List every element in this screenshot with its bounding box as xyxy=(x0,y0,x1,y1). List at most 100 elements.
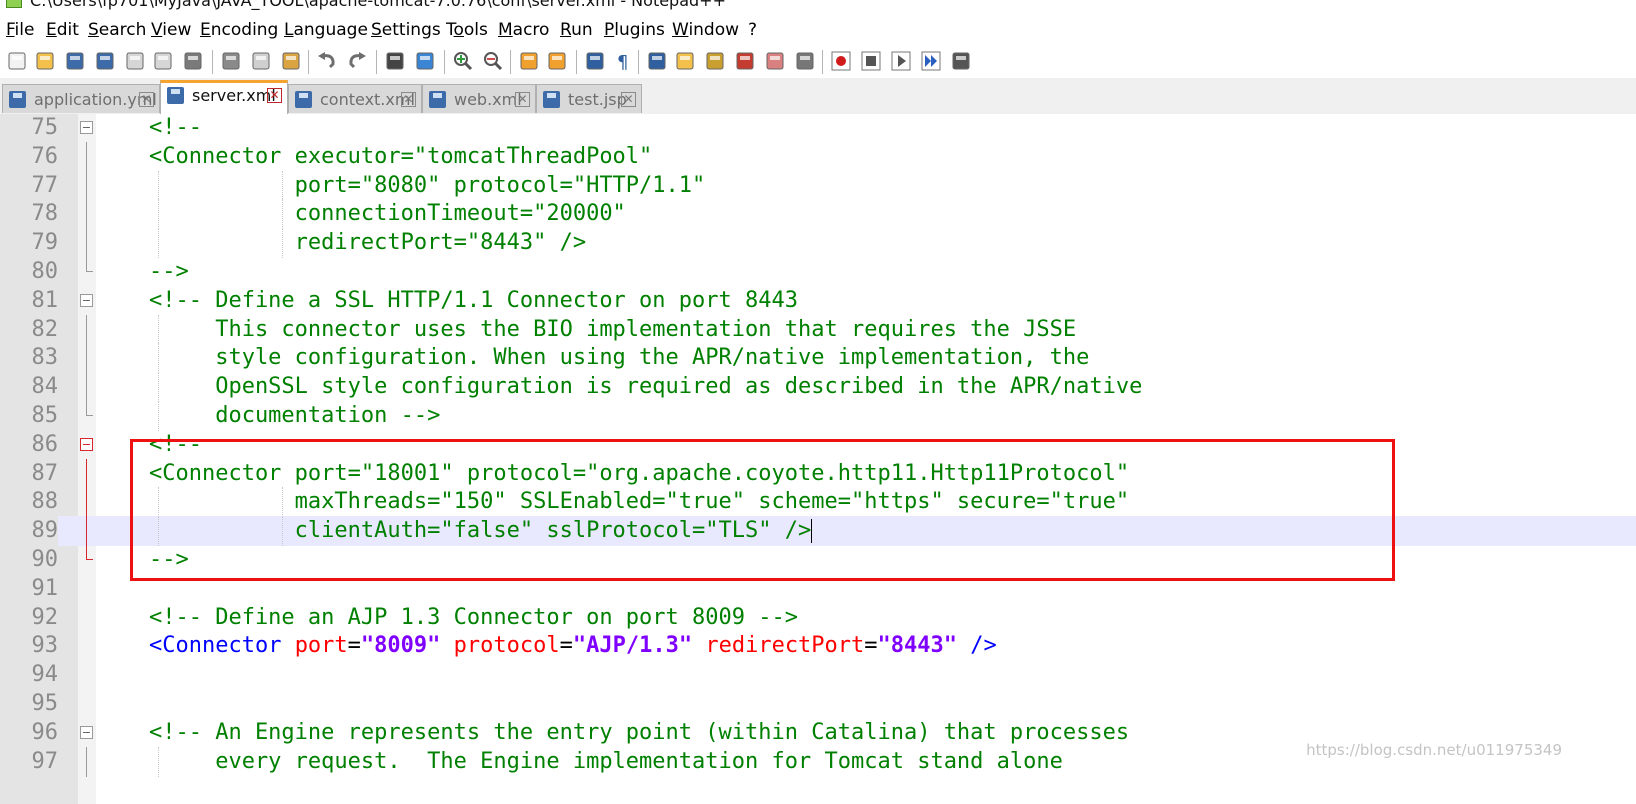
menu-run[interactable]: Run xyxy=(560,20,593,40)
line-number: 96 xyxy=(31,719,59,745)
zoom-out-icon[interactable] xyxy=(482,50,504,72)
sync-horizontal-icon[interactable] xyxy=(546,50,568,72)
paste-icon[interactable] xyxy=(280,50,302,72)
cut-icon[interactable] xyxy=(220,50,242,72)
word-wrap-icon[interactable] xyxy=(584,50,606,72)
line-text: OpenSSL style configuration is required … xyxy=(96,374,1143,400)
copy-icon[interactable] xyxy=(250,50,272,72)
monitoring-icon[interactable] xyxy=(794,50,816,72)
line-number: 79 xyxy=(31,230,59,256)
code-text: <!-- An Engine represents the entry poin… xyxy=(96,718,1129,748)
highlight-annotation-box xyxy=(130,439,1395,581)
close-tab-icon[interactable]: ✕ xyxy=(267,88,282,103)
indent-guide-icon[interactable] xyxy=(646,50,668,72)
run-macro-multiple-icon[interactable] xyxy=(920,50,942,72)
fold-collapse-icon[interactable] xyxy=(80,121,93,134)
fold-line xyxy=(86,343,87,374)
line-number: 90 xyxy=(31,547,59,572)
menu-settings[interactable]: Settings xyxy=(371,20,441,40)
zoom-in-icon[interactable] xyxy=(452,50,474,72)
fold-line xyxy=(86,516,87,547)
menu-edit[interactable]: Edit xyxy=(46,20,79,40)
menu-macro[interactable]: Macro xyxy=(498,20,549,40)
tab-test-jsp[interactable]: test.jsp ✕ xyxy=(536,84,642,113)
line-text: every request. The Engine implementation… xyxy=(96,748,1063,774)
fold-collapse-icon[interactable] xyxy=(80,725,93,739)
save-state-icon xyxy=(167,87,184,104)
replace-icon[interactable] xyxy=(414,50,436,72)
tab-context-xml[interactable]: context.xml ✕ xyxy=(288,84,422,113)
line-text: <!-- An Engine represents the entry poin… xyxy=(96,719,1130,745)
print-icon[interactable] xyxy=(182,50,204,72)
toolbar-separator xyxy=(444,50,445,74)
tab-server-xml[interactable]: server.xml ✕ xyxy=(160,80,288,114)
open-file-icon[interactable] xyxy=(34,50,56,72)
close-tab-icon[interactable]: ✕ xyxy=(621,92,636,107)
toolbar: ¶ xyxy=(0,44,1636,78)
folder-as-workspace-icon[interactable] xyxy=(764,50,786,72)
fold-line xyxy=(86,170,87,201)
redo-icon[interactable] xyxy=(346,50,368,72)
user-language-icon[interactable] xyxy=(674,50,696,72)
save-state-icon xyxy=(543,91,560,108)
title-bar: C:\Users\fp701\MyJava\JAVA_TOOL\apache-t… xyxy=(0,0,1636,10)
menu-help[interactable]: ? xyxy=(748,20,757,40)
find-icon[interactable] xyxy=(384,50,406,72)
new-file-icon[interactable] xyxy=(6,50,28,72)
menu-encoding[interactable]: Encoding xyxy=(200,20,278,40)
close-tab-icon[interactable]: ✕ xyxy=(139,92,154,107)
save-all-icon[interactable] xyxy=(94,50,116,72)
token-attr: port xyxy=(294,633,348,659)
token-sym xyxy=(96,633,149,658)
sync-vertical-icon[interactable] xyxy=(518,50,540,72)
line-text: documentation --> xyxy=(96,403,441,428)
fold-line xyxy=(86,401,87,416)
code-text: --> xyxy=(96,257,189,287)
save-macro-icon[interactable] xyxy=(950,50,972,72)
save-icon[interactable] xyxy=(64,50,86,72)
token-sym xyxy=(440,633,453,658)
close-all-icon[interactable] xyxy=(152,50,174,72)
menu-search[interactable]: Search xyxy=(88,20,146,40)
close-icon[interactable] xyxy=(124,50,146,72)
code-line-85: 85 documentation --> xyxy=(0,401,1636,431)
watermark: https://blog.csdn.net/u011975349 xyxy=(1306,741,1562,759)
line-text: port="8080" protocol="HTTP/1.1" xyxy=(96,172,706,198)
menu-language[interactable]: Language xyxy=(284,20,368,40)
line-text: style configuration. When using the APR/… xyxy=(96,345,1090,371)
function-list-icon[interactable] xyxy=(734,50,756,72)
close-tab-icon[interactable]: ✕ xyxy=(515,92,530,107)
line-number: 95 xyxy=(31,691,59,716)
menu-tools[interactable]: Tools xyxy=(446,20,488,40)
code-line-94: 94 xyxy=(0,660,1636,690)
stop-recording-icon[interactable] xyxy=(860,50,882,72)
show-all-chars-icon[interactable]: ¶ xyxy=(612,50,634,72)
close-tab-icon[interactable]: ✕ xyxy=(401,92,416,107)
menu-window[interactable]: Window xyxy=(672,20,739,40)
document-tab-bar: application.yml ✕ server.xml ✕ context.xml ✕ w… xyxy=(0,78,1636,115)
line-number: 93 xyxy=(31,633,59,659)
code-text: <Connector port="8009" protocol="AJP/1.3… xyxy=(96,631,997,661)
tab-web-xml[interactable]: web.xml ✕ xyxy=(422,84,536,113)
tab-application-yml[interactable]: application.yml ✕ xyxy=(2,84,160,113)
menu-plugins[interactable]: Plugins xyxy=(604,20,665,40)
line-number: 94 xyxy=(31,662,59,688)
toolbar-separator xyxy=(510,50,511,74)
menu-file[interactable]: File xyxy=(6,20,34,40)
token-sym: = xyxy=(864,633,878,659)
fold-collapse-icon[interactable] xyxy=(80,437,93,451)
fold-collapse-icon[interactable] xyxy=(80,293,93,307)
code-text: <!-- xyxy=(96,113,202,143)
playback-macro-icon[interactable] xyxy=(890,50,912,72)
fold-line xyxy=(86,545,87,560)
svg-text:¶: ¶ xyxy=(617,52,628,72)
line-number: 80 xyxy=(31,259,59,284)
undo-icon[interactable] xyxy=(316,50,338,72)
line-text: This connector uses the BIO implementati… xyxy=(96,316,1077,342)
record-macro-icon[interactable] xyxy=(830,50,852,72)
menu-view[interactable]: View xyxy=(151,20,191,40)
line-number: 77 xyxy=(31,172,59,198)
fold-end-marker xyxy=(86,415,93,416)
code-line-92: 92 <!-- Define an AJP 1.3 Connector on p… xyxy=(0,603,1636,633)
document-map-icon[interactable] xyxy=(704,50,726,72)
